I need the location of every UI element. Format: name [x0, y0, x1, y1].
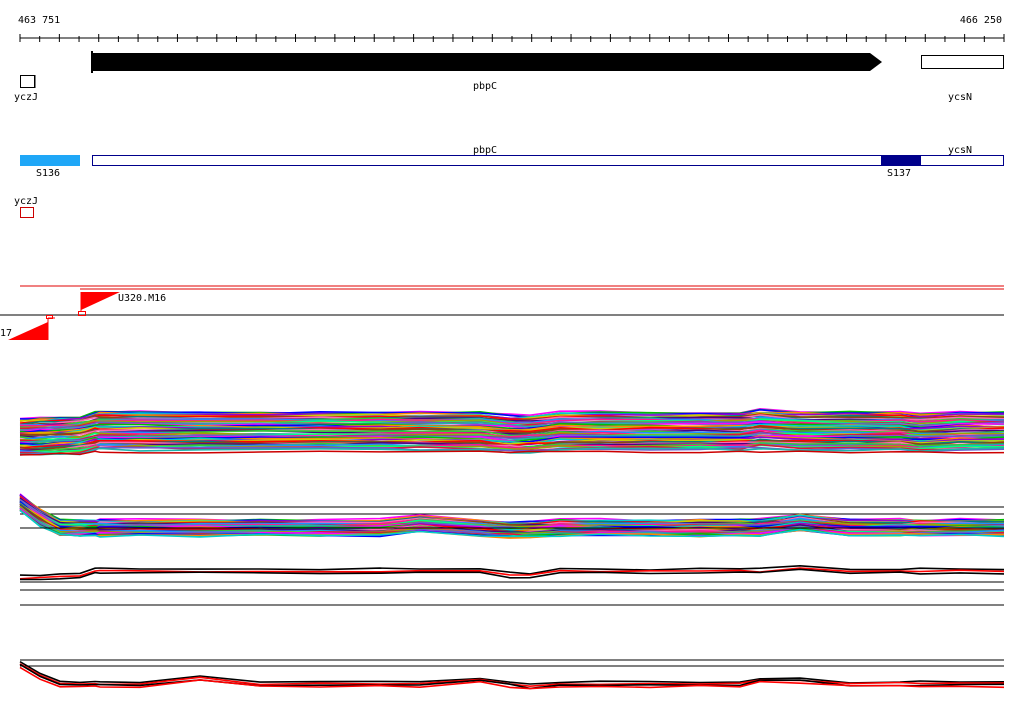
marker-m16-label: U320.M16: [118, 293, 166, 304]
marker-m17-label: 17: [0, 328, 12, 339]
profile-reference-line: [19, 450, 1005, 456]
profile-line: [19, 663, 1005, 690]
expression-profile-track-2: [19, 493, 1005, 539]
segment-track: S136 pbpC S137 ycsN yczJ: [14, 145, 1004, 218]
segment-s137[interactable]: [881, 155, 921, 166]
marker-m17-anchor: [46, 315, 53, 319]
gene-ycsN-box[interactable]: [921, 55, 1004, 69]
genome-browser-view: 463 751 466 250 yczJ pbpC ycsN S136 pbpC…: [0, 0, 1024, 714]
lower-gene-yczJ-box[interactable]: [20, 207, 34, 218]
expression-profile-track-4: [19, 659, 1005, 690]
segment-s137-label: S137: [887, 168, 911, 179]
segment-pbpC-label: pbpC: [473, 145, 497, 156]
gene-track: yczJ pbpC ycsN: [14, 51, 1004, 103]
segment-s136[interactable]: [20, 155, 80, 166]
gene-pbpC-label: pbpC: [473, 81, 497, 92]
ruler-end-coordinate: 466 250: [960, 15, 1002, 26]
segment-pbpC-box[interactable]: [92, 155, 1004, 166]
segment-s136-label: S136: [36, 168, 60, 179]
gene-pbpC-arrow[interactable]: [92, 53, 882, 71]
genome-track-canvas: 463 751 466 250 yczJ pbpC ycsN S136 pbpC…: [0, 15, 1005, 690]
expression-profile-track-3: [19, 564, 1005, 606]
gene-yczJ-box[interactable]: [20, 75, 35, 88]
gene-ycsN-label: ycsN: [948, 92, 972, 103]
segment-ycsN-label: ycsN: [948, 145, 972, 156]
profile-line: [19, 493, 1005, 524]
lower-gene-yczJ-label: yczJ: [14, 196, 38, 207]
marker-track: U320.M16 17: [0, 285, 1004, 340]
ruler-start-coordinate: 463 751: [18, 15, 60, 26]
gene-yczJ-label: yczJ: [14, 92, 38, 103]
marker-m16-flag[interactable]: [81, 292, 120, 310]
expression-profile-track-1: [19, 407, 1005, 456]
coordinate-ruler: 463 751 466 250: [18, 15, 1005, 42]
marker-m17-flag[interactable]: [8, 322, 48, 340]
profile-line: [19, 493, 1005, 524]
